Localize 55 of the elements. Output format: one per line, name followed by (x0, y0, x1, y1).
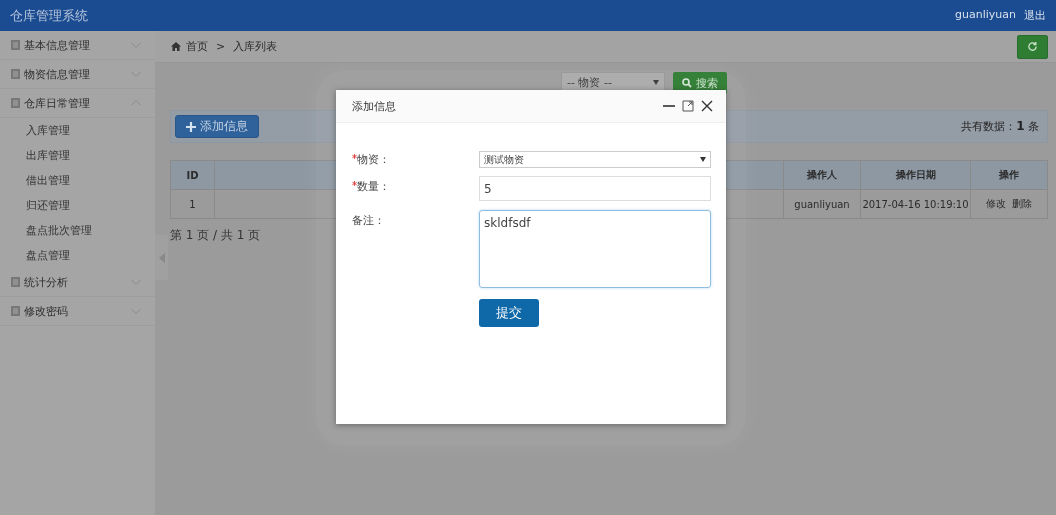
field-label: 物资： (352, 151, 479, 167)
user-name: guanliyuan (955, 8, 1016, 23)
close-icon[interactable] (701, 100, 713, 112)
dropdown-arrow-icon (700, 157, 706, 162)
total-count: 共有数据：1 条 (961, 119, 1039, 134)
app-title: 仓库管理系统 (10, 6, 88, 25)
sidebar-item[interactable]: 统计分析 (0, 268, 155, 297)
submit-button[interactable]: 提交 (479, 299, 539, 327)
column-header: 操作 (970, 160, 1048, 190)
field-label: 备注： (352, 213, 386, 229)
submenu-item[interactable]: 出库管理 (0, 143, 155, 168)
submenu-item[interactable]: 归还管理 (0, 193, 155, 218)
page-info: 第 1 页 / 共 1 页 (170, 227, 262, 244)
maximize-icon[interactable] (682, 100, 694, 112)
table-cell: 2017-04-16 10:19:10 (860, 189, 971, 219)
input-field[interactable]: 5 (479, 176, 711, 201)
dropdown-arrow-icon (653, 80, 659, 85)
caret-icon (158, 252, 165, 263)
book-icon (11, 40, 20, 50)
book-icon (11, 277, 20, 287)
table-cell: 1 (170, 189, 215, 219)
refresh-icon (1027, 41, 1038, 52)
search-icon (682, 78, 692, 88)
refresh-button[interactable] (1017, 34, 1048, 59)
logout-link[interactable]: 退出 (1024, 8, 1046, 23)
collapse-handle[interactable] (155, 235, 168, 280)
sidebar-item[interactable]: 物资信息管理 (0, 60, 155, 89)
sidebar-item[interactable]: 基本信息管理 (0, 31, 155, 60)
book-icon (11, 306, 20, 316)
column-header: 操作日期 (860, 160, 971, 190)
breadcrumb-item[interactable]: 首页 (186, 39, 208, 54)
plus-icon (186, 121, 196, 132)
submenu-item[interactable]: 盘点管理 (0, 243, 155, 268)
asterisk-icon (352, 181, 357, 186)
breadcrumb-separator: > (216, 40, 226, 53)
book-icon (11, 98, 20, 108)
breadcrumb-item: 入库列表 (233, 39, 278, 54)
select-field[interactable]: 测试物资 (479, 151, 711, 168)
submenu-item[interactable]: 借出管理 (0, 168, 155, 193)
action-link[interactable]: 修改 (986, 198, 1006, 209)
submenu-item[interactable]: 入库管理 (0, 118, 155, 143)
textarea-field[interactable]: skldfsdf (479, 210, 711, 288)
column-header: ID (170, 160, 215, 190)
home-icon (171, 42, 181, 51)
table-cell: guanliyuan (783, 189, 861, 219)
action-link[interactable]: 删除 (1012, 198, 1032, 209)
column-header: 操作人 (783, 160, 861, 190)
dialog-title: 添加信息 (352, 98, 396, 114)
add-button[interactable]: 添加信息 (175, 115, 259, 138)
sidebar-item[interactable]: 修改密码 (0, 297, 155, 326)
submenu-item[interactable]: 盘点批次管理 (0, 218, 155, 243)
asterisk-icon (352, 154, 357, 159)
sidebar-item[interactable]: 仓库日常管理 (0, 89, 155, 118)
field-label: 数量： (352, 176, 479, 201)
book-icon (11, 69, 20, 79)
